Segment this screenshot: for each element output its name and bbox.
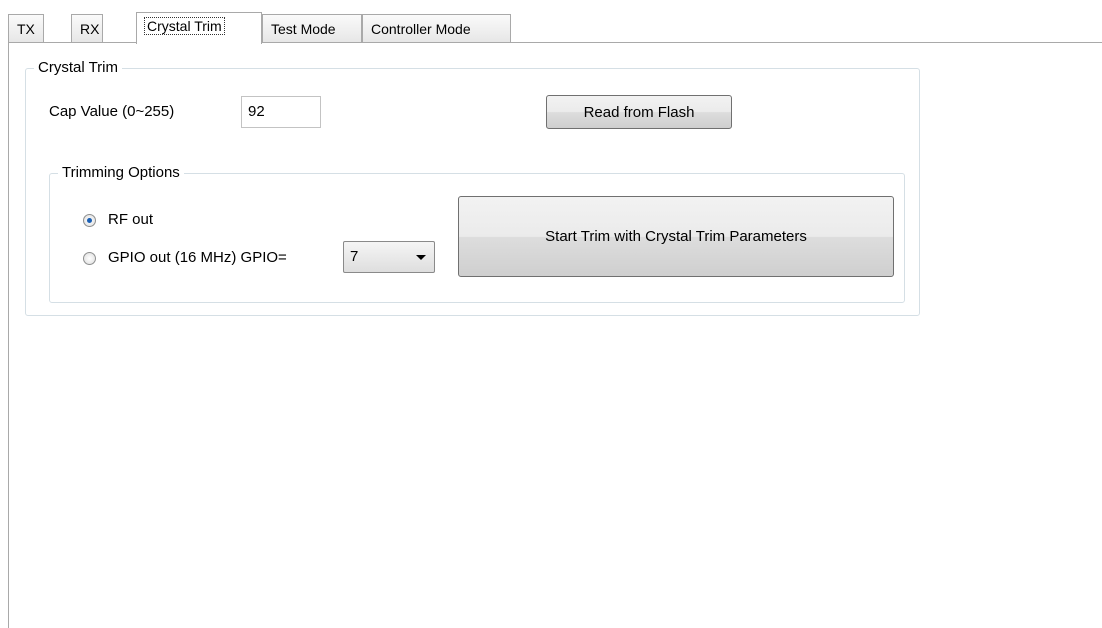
tab-rx[interactable]: RX	[71, 14, 103, 43]
rf-out-radio[interactable]	[83, 214, 96, 227]
cap-value-input[interactable]: 92	[241, 96, 321, 128]
tab-strip: TX RX Crystal Trim Test Mode Controller …	[8, 12, 1102, 44]
panel-border	[8, 43, 9, 628]
tab-controller-mode-label: Controller Mode	[371, 21, 471, 37]
tab-crystal-trim[interactable]: Crystal Trim	[136, 12, 262, 44]
gpio-select[interactable]: 7	[343, 241, 435, 273]
cap-value-label: Cap Value (0~255)	[49, 103, 175, 120]
chevron-down-icon	[416, 255, 426, 260]
read-from-flash-button[interactable]: Read from Flash	[546, 95, 732, 129]
tab-test-mode[interactable]: Test Mode	[262, 14, 362, 43]
tab-tx-label: TX	[17, 21, 35, 37]
trimming-options-title: Trimming Options	[58, 164, 184, 182]
tab-crystal-trim-label: Crystal Trim	[144, 17, 225, 35]
crystal-trim-group-title: Crystal Trim	[34, 59, 122, 77]
start-trim-button[interactable]: Start Trim with Crystal Trim Parameters	[458, 196, 894, 277]
gpio-select-value: 7	[350, 248, 359, 265]
tab-tx[interactable]: TX	[8, 14, 44, 43]
rf-out-label[interactable]: RF out	[108, 211, 153, 229]
tab-test-mode-label: Test Mode	[271, 21, 336, 37]
gpio-out-label[interactable]: GPIO out (16 MHz) GPIO=	[108, 249, 287, 267]
tab-controller-mode[interactable]: Controller Mode	[362, 14, 511, 43]
tab-rx-label: RX	[80, 21, 100, 37]
gpio-out-radio[interactable]	[83, 252, 96, 265]
